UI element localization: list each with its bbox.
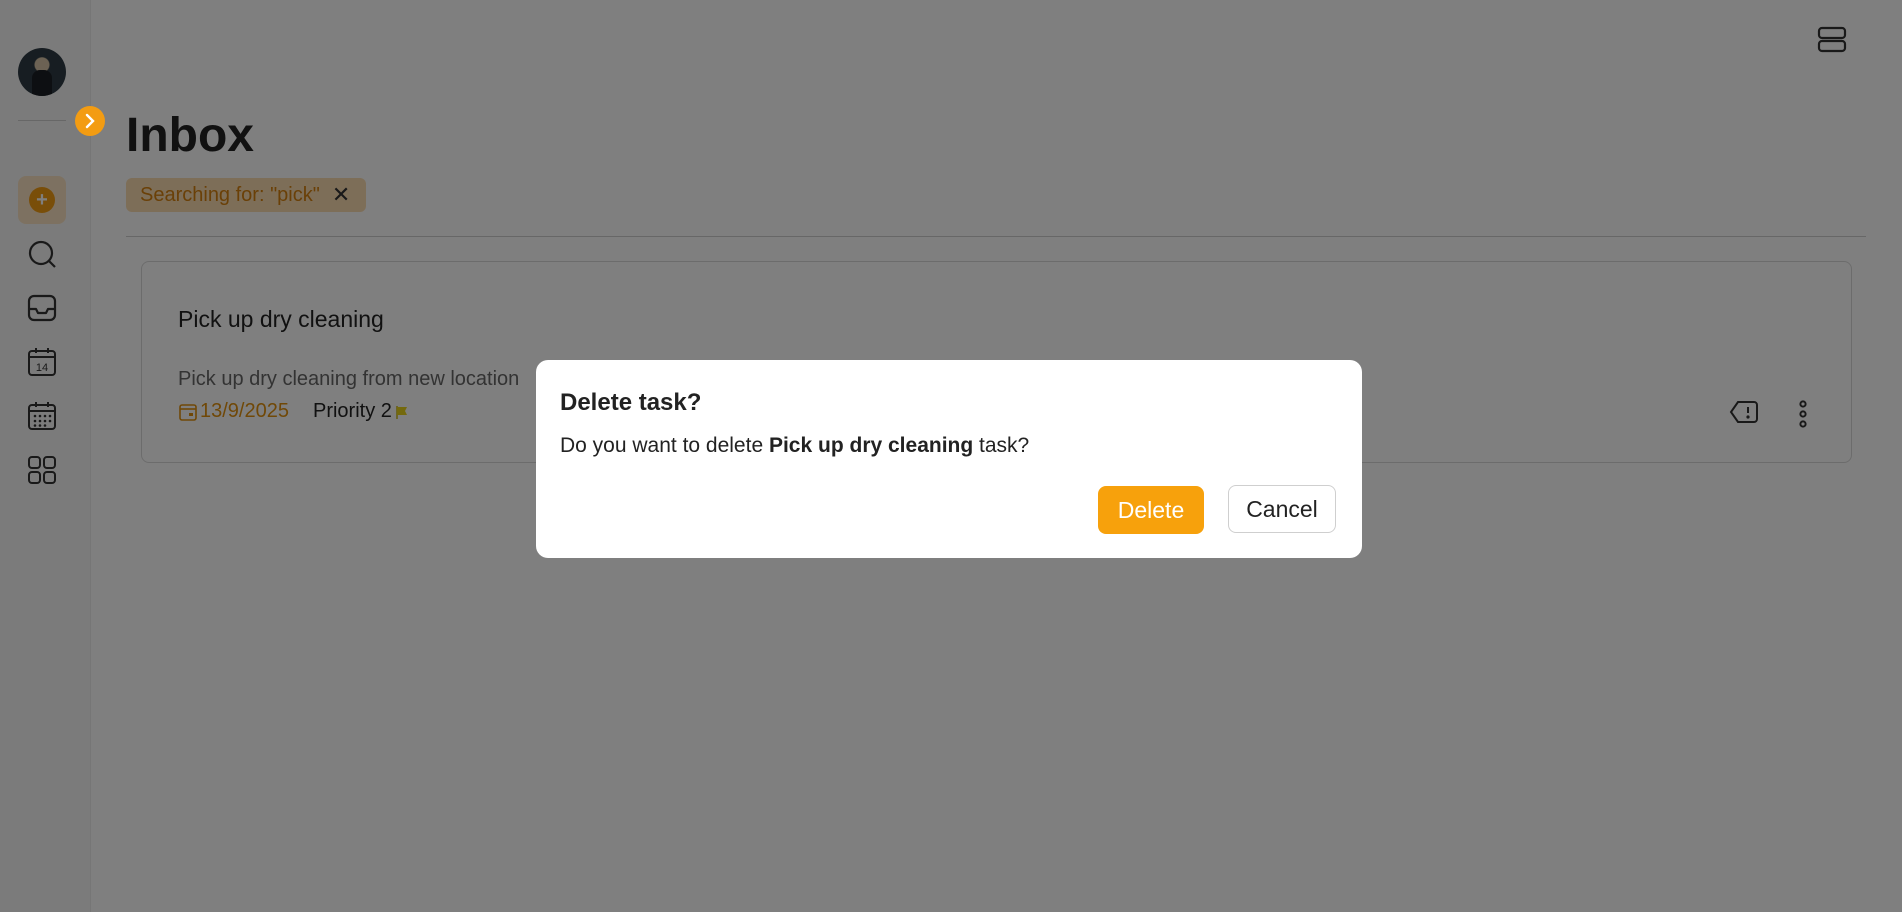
dialog-message-task-name: Pick up dry cleaning (768, 434, 974, 457)
chevron-right-icon (85, 113, 95, 129)
dialog-message: Do you want to delete Pick up dry cleani… (560, 434, 1029, 458)
delete-task-dialog: Delete task? Do you want to delete Pick … (536, 360, 1362, 558)
cancel-button[interactable]: Cancel (1228, 485, 1336, 533)
dialog-title: Delete task? (560, 389, 702, 416)
delete-button[interactable]: Delete (1098, 486, 1204, 534)
dialog-message-prefix: Do you want to delete (560, 434, 769, 457)
sidebar-collapse-button[interactable] (75, 106, 105, 136)
dialog-message-suffix: task? (973, 434, 1030, 457)
